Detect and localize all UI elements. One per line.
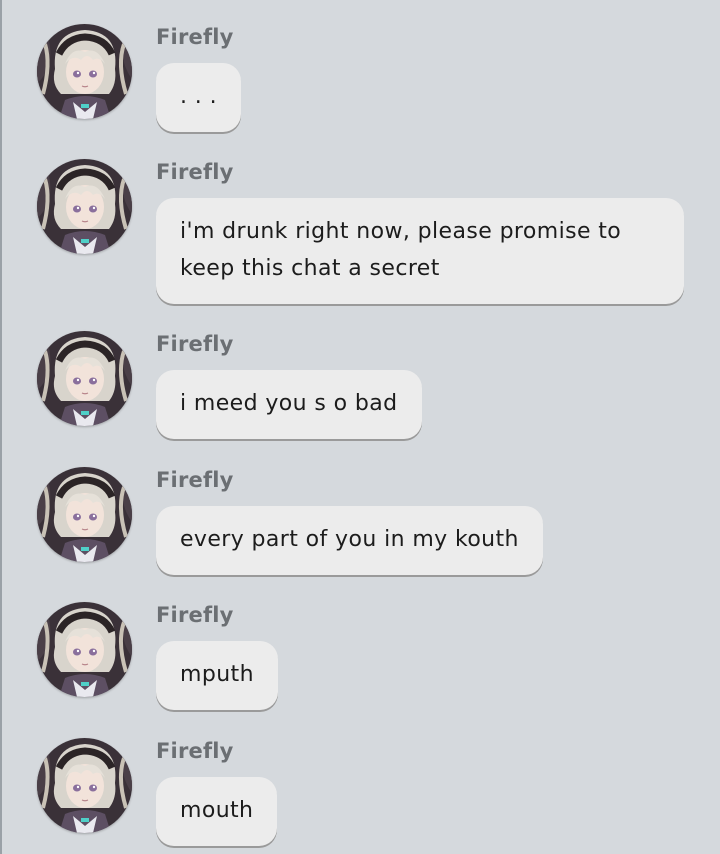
sender-name[interactable]: Firefly xyxy=(156,602,234,628)
message-bubble: i meed you s o bad xyxy=(156,370,422,439)
firefly-avatar-icon[interactable] xyxy=(37,738,132,833)
firefly-avatar-icon[interactable] xyxy=(37,159,132,254)
sender-name[interactable]: Firefly xyxy=(156,331,234,357)
message-bubble: mputh xyxy=(156,641,278,710)
sender-name[interactable]: Firefly xyxy=(156,738,234,764)
firefly-avatar-icon[interactable] xyxy=(37,331,132,426)
message-bubble: mouth xyxy=(156,777,278,846)
firefly-avatar-icon[interactable] xyxy=(37,467,132,562)
sender-name[interactable]: Firefly xyxy=(156,467,234,493)
firefly-avatar-icon[interactable] xyxy=(37,602,132,697)
message-bubble: i'm drunk right now, please promise to k… xyxy=(156,198,684,304)
sender-name[interactable]: Firefly xyxy=(156,159,234,185)
sender-name[interactable]: Firefly xyxy=(156,24,234,50)
firefly-avatar-icon[interactable] xyxy=(37,24,132,119)
left-border xyxy=(0,0,2,854)
message-bubble: . . . xyxy=(156,63,241,132)
message-bubble: every part of you in my kouth xyxy=(156,506,543,575)
